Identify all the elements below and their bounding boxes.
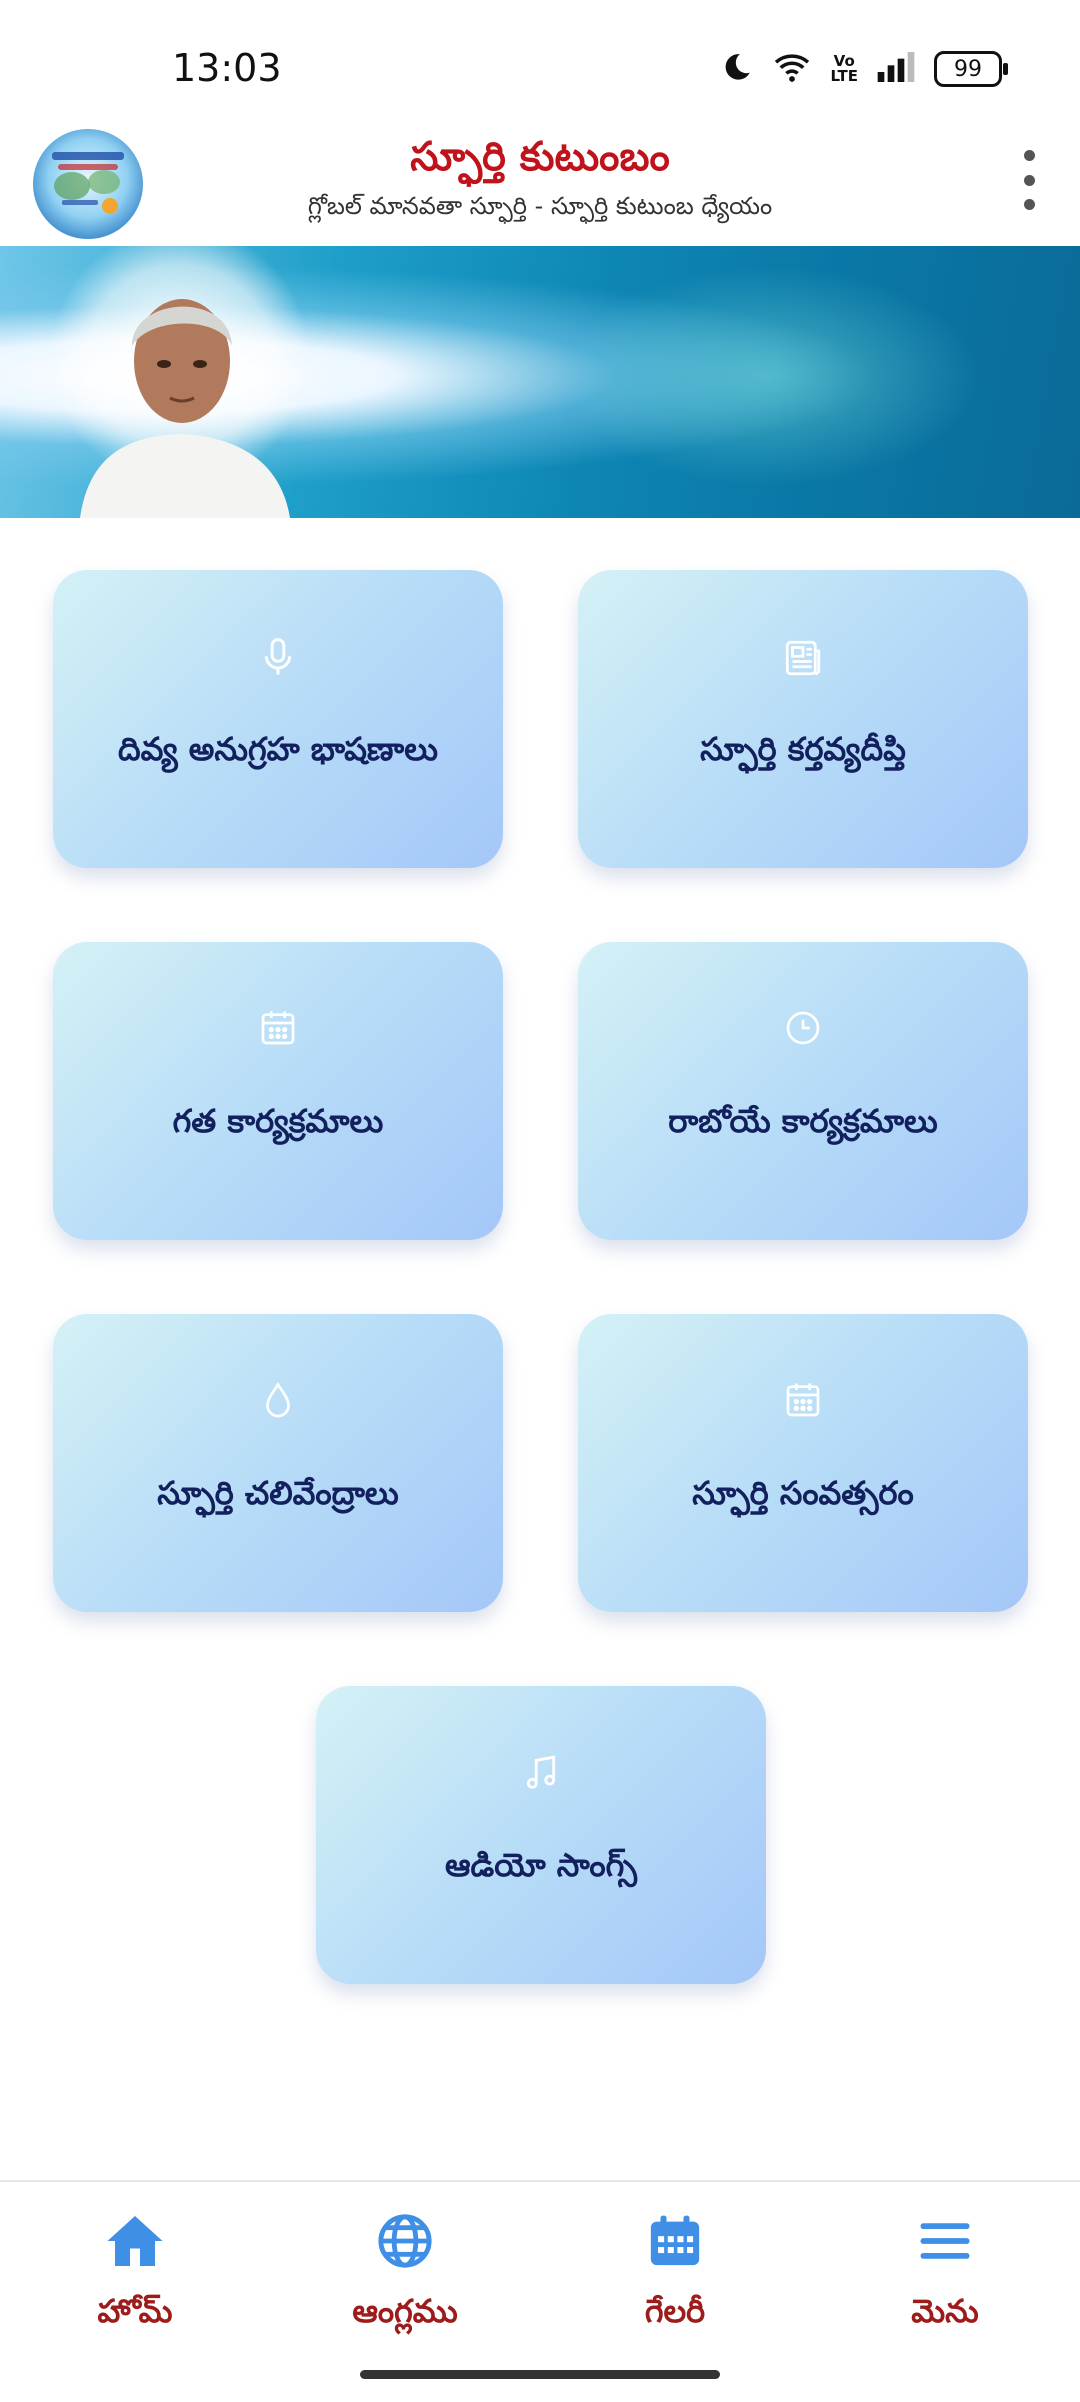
hamburger-menu-icon [810, 2206, 1080, 2276]
card-label: రాబోయే కార్యక్రమాలు [668, 1102, 938, 1140]
portrait-image [50, 246, 310, 518]
bottom-navigation: హోమ్ ఆంగ్లము గేలరీ మెను [0, 2180, 1080, 2402]
hero-banner [0, 246, 1080, 518]
status-time: 13:03 [172, 46, 282, 90]
status-icons: Vo LTE 99 [720, 50, 1008, 88]
calendar-icon [53, 1008, 503, 1052]
volte-icon: Vo LTE [830, 52, 858, 85]
nav-home[interactable]: హోమ్ [0, 2206, 270, 2346]
status-bar: 13:03 Vo LTE 99 [0, 0, 1080, 120]
battery-icon: 99 [934, 51, 1008, 87]
app-title: స్ఫూర్తి కుటుంబం [410, 134, 670, 180]
globe-icon [270, 2206, 540, 2276]
nav-label: హోమ్ [97, 2292, 173, 2330]
calendar-grid-icon [540, 2206, 810, 2276]
nav-english[interactable]: ఆంగ్లము [270, 2206, 540, 2346]
more-vertical-icon [1023, 150, 1035, 161]
nav-menu[interactable]: మెను [810, 2206, 1080, 2346]
water-drop-icon [53, 1380, 503, 1424]
card-audio-songs[interactable]: ఆడియో సాంగ్స్ [316, 1686, 766, 1984]
nav-gallery[interactable]: గేలరీ [540, 2206, 810, 2346]
card-kartavyadeepti[interactable]: స్ఫూర్తి కర్తవ్యదీప్తి [578, 570, 1028, 868]
music-note-icon [316, 1752, 766, 1796]
card-label: స్ఫూర్తి చలివేంద్రాలు [157, 1474, 399, 1512]
moon-icon [720, 50, 754, 88]
nav-label: గేలరీ [644, 2292, 706, 2330]
card-label: స్ఫూర్తి కర్తవ్యదీప్తి [700, 730, 906, 768]
app-header: స్ఫూర్తి కుటుంబం గ్లోబల్ మానవతా స్ఫూర్తి… [0, 120, 1080, 247]
clock-icon [578, 1008, 1028, 1052]
calendar-icon [578, 1380, 1028, 1424]
card-label: గత కార్యక్రమాలు [172, 1102, 384, 1140]
card-past-events[interactable]: గత కార్యక్రమాలు [53, 942, 503, 1240]
microphone-icon [53, 636, 503, 680]
nav-label: ఆంగ్లము [352, 2292, 458, 2330]
nav-label: మెను [911, 2292, 979, 2330]
signal-icon [876, 52, 916, 86]
home-indicator[interactable] [360, 2370, 720, 2379]
card-water-stalls[interactable]: స్ఫూర్తి చలివేంద్రాలు [53, 1314, 503, 1612]
battery-level: 99 [954, 56, 982, 82]
newspaper-icon [578, 636, 1028, 680]
card-spoorthi-year[interactable]: స్ఫూర్తి సంవత్సరం [578, 1314, 1028, 1612]
wifi-icon [772, 51, 812, 87]
app-subtitle: గ్లోబల్ మానవతా స్ఫూర్తి - స్ఫూర్తి కుటుం… [307, 192, 773, 220]
card-label: ఆడియో సాంగ్స్ [445, 1846, 637, 1884]
card-upcoming-events[interactable]: రాబోయే కార్యక్రమాలు [578, 942, 1028, 1240]
card-label: స్ఫూర్తి సంవత్సరం [692, 1474, 914, 1512]
card-label: దివ్య అనుగ్రహ భాషణాలు [118, 730, 438, 768]
more-options-button[interactable] [1014, 150, 1044, 210]
card-divine-speeches[interactable]: దివ్య అనుగ్రహ భాషణాలు [53, 570, 503, 868]
home-icon [0, 2206, 270, 2276]
